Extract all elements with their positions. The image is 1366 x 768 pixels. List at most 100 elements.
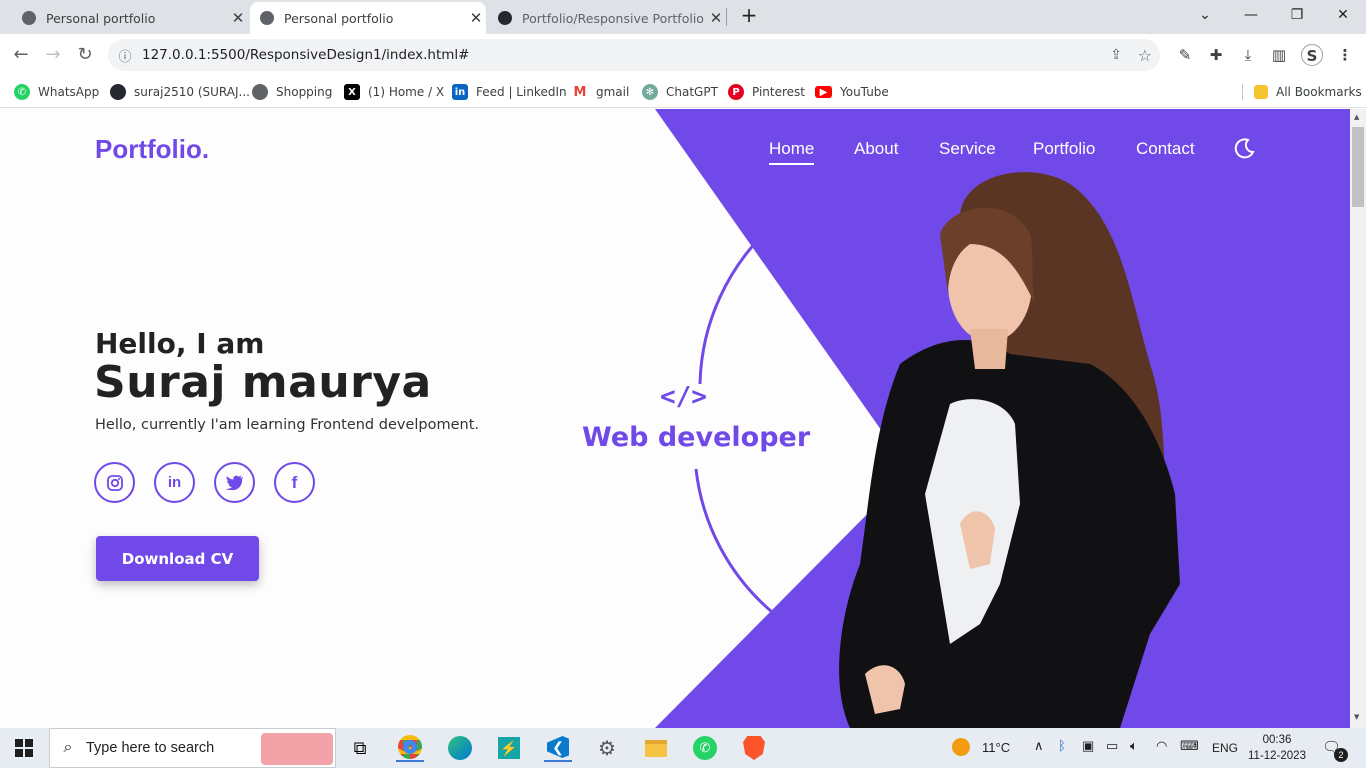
bookmark-whatsapp[interactable]: ✆ WhatsApp [14,82,99,102]
linkedin-icon: in [167,474,182,491]
weather-icon[interactable] [952,738,970,756]
minimize-icon[interactable]: — [1236,4,1266,26]
linkedin-link[interactable]: in [154,462,195,503]
taskbar-search-box[interactable]: ⌕ Type here to search [49,728,336,768]
side-panel-icon[interactable]: ▥ [1268,44,1290,66]
globe-icon [260,11,274,25]
clock[interactable]: 00:36 11-12-2023 [1246,732,1308,764]
bookmark-label: suraj2510 (SURAJ... [134,85,250,99]
twitter-link[interactable] [214,462,255,503]
file-explorer-icon[interactable] [642,734,670,762]
nav-link-contact[interactable]: Contact [1136,139,1195,159]
reload-icon[interactable]: ↻ [72,42,98,68]
bookmark-x[interactable]: X (1) Home / X [344,82,444,102]
instagram-icon [106,474,123,491]
browser-tab-1[interactable]: Personal portfolio ✕ [8,2,248,34]
scroll-up-icon[interactable]: ▲ [1354,113,1359,121]
nav-link-about[interactable]: About [854,139,898,159]
new-tab-icon[interactable]: + [734,4,764,26]
back-icon[interactable]: ← [8,42,34,68]
close-tab-icon[interactable]: ✕ [466,9,486,27]
site-info-icon[interactable]: ⓘ [108,46,142,65]
browser-tab-2[interactable]: Personal portfolio ✕ [250,2,486,34]
wifi-icon[interactable]: ◠ [1156,738,1167,754]
close-window-icon[interactable]: ✕ [1328,4,1358,26]
windows-start-icon[interactable] [10,734,38,762]
task-view-icon[interactable]: ⧉ [346,734,374,762]
bookmarks-bar: ✆ WhatsApp suraj2510 (SURAJ... Shopping … [0,76,1366,108]
eyedropper-icon[interactable]: ✎ [1174,44,1196,66]
weather-temp[interactable]: 11°C [982,740,1010,755]
tab-title: Personal portfolio [284,10,394,26]
meet-now-icon[interactable]: ▣ [1082,738,1094,754]
keyboard-icon[interactable]: ⌨ [1180,738,1199,754]
bookmark-label: Shopping [276,85,333,99]
all-bookmarks-button[interactable]: All Bookmarks [1254,82,1362,102]
browser-tab-3[interactable]: Portfolio/Responsive Portfolio at ✕ [490,2,726,34]
github-icon [110,84,126,100]
hero-tagline: Hello, currently I'am learning Frontend … [95,417,480,433]
tab-divider [726,8,727,26]
download-cv-button[interactable]: Download CV [96,536,259,581]
profile-avatar[interactable]: S [1301,44,1323,66]
chrome-taskbar-icon[interactable] [396,734,424,762]
bookmark-youtube[interactable]: ▶ YouTube [815,82,889,102]
globe-icon [252,84,268,100]
vscode-taskbar-icon[interactable]: ❮ [544,734,572,762]
facebook-link[interactable]: f [274,462,315,503]
scrollbar-thumb[interactable] [1352,127,1364,207]
address-bar[interactable]: ⓘ 127.0.0.1:5500/ResponsiveDesign1/index… [108,39,1160,71]
close-tab-icon[interactable]: ✕ [706,9,726,27]
bookmark-github[interactable]: suraj2510 (SURAJ... [110,82,250,102]
dark-mode-moon-icon[interactable] [1232,137,1256,161]
bookmark-label: YouTube [840,85,889,99]
app-bolt-taskbar-icon[interactable]: ⚡ [495,734,523,762]
nav-link-home[interactable]: Home [769,139,815,165]
clock-time: 00:36 [1262,734,1292,746]
nav-link-portfolio[interactable]: Portfolio [1033,139,1095,159]
menu-kebab-icon[interactable]: ⋮ [1334,44,1356,66]
bookmark-star-icon[interactable]: ☆ [1138,46,1152,65]
nav-link-service[interactable]: Service [939,139,996,159]
brave-taskbar-icon[interactable] [740,734,768,762]
share-icon[interactable]: ⇪ [1110,47,1122,63]
volume-icon[interactable]: 🔈︎ [1130,738,1138,754]
globe-icon [22,11,36,25]
bookmark-label: Feed | LinkedIn [476,85,567,99]
bluetooth-icon[interactable]: ᛒ [1058,738,1066,753]
tab-strip: Personal portfolio ✕ Personal portfolio … [0,0,1366,34]
tray-chevron-up-icon[interactable]: ∧ [1034,738,1044,754]
bookmark-label: ChatGPT [666,85,718,99]
taskbar-search-input[interactable]: Type here to search [86,740,214,756]
edge-taskbar-icon[interactable] [446,734,474,762]
bookmark-shopping[interactable]: Shopping [252,82,332,102]
browser-toolbar: ← → ↻ ⓘ 127.0.0.1:5500/ResponsiveDesign1… [0,34,1366,76]
extensions-icon[interactable]: ✚ [1205,44,1227,66]
clock-date: 11-12-2023 [1248,750,1306,762]
tab-search-chevron-icon[interactable]: ⌄ [1190,4,1220,26]
hero-greeting: Hello, I am [95,327,265,360]
forward-icon[interactable]: → [40,42,66,68]
gmail-icon: M [572,84,588,100]
whatsapp-icon: ✆ [14,84,30,100]
bookmark-gmail[interactable]: M gmail [572,82,629,102]
settings-gear-icon[interactable]: ⚙ [593,734,621,762]
close-tab-icon[interactable]: ✕ [228,9,248,27]
bookmark-label: WhatsApp [38,85,100,99]
scroll-down-icon[interactable]: ▼ [1354,713,1359,721]
tab-title: Personal portfolio [46,10,156,26]
bookmark-chatgpt[interactable]: ✻ ChatGPT [642,82,718,102]
bookmark-linkedin[interactable]: in Feed | LinkedIn [452,82,567,102]
input-language[interactable]: ENG [1212,741,1238,755]
download-icon[interactable]: ⤓ [1237,44,1259,66]
page-scrollbar[interactable]: ▲ ▼ [1350,109,1366,728]
site-logo[interactable]: Portfolio. [95,134,209,165]
url-text[interactable]: 127.0.0.1:5500/ResponsiveDesign1/index.h… [142,47,469,63]
whatsapp-taskbar-icon[interactable]: ✆ [691,734,719,762]
linkedin-icon: in [452,84,468,100]
bookmark-pinterest[interactable]: P Pinterest [728,82,805,102]
instagram-link[interactable] [94,462,135,503]
restore-icon[interactable]: ❐ [1282,4,1312,26]
battery-icon[interactable]: ▭ [1106,738,1118,754]
bookmarks-divider [1242,84,1243,100]
